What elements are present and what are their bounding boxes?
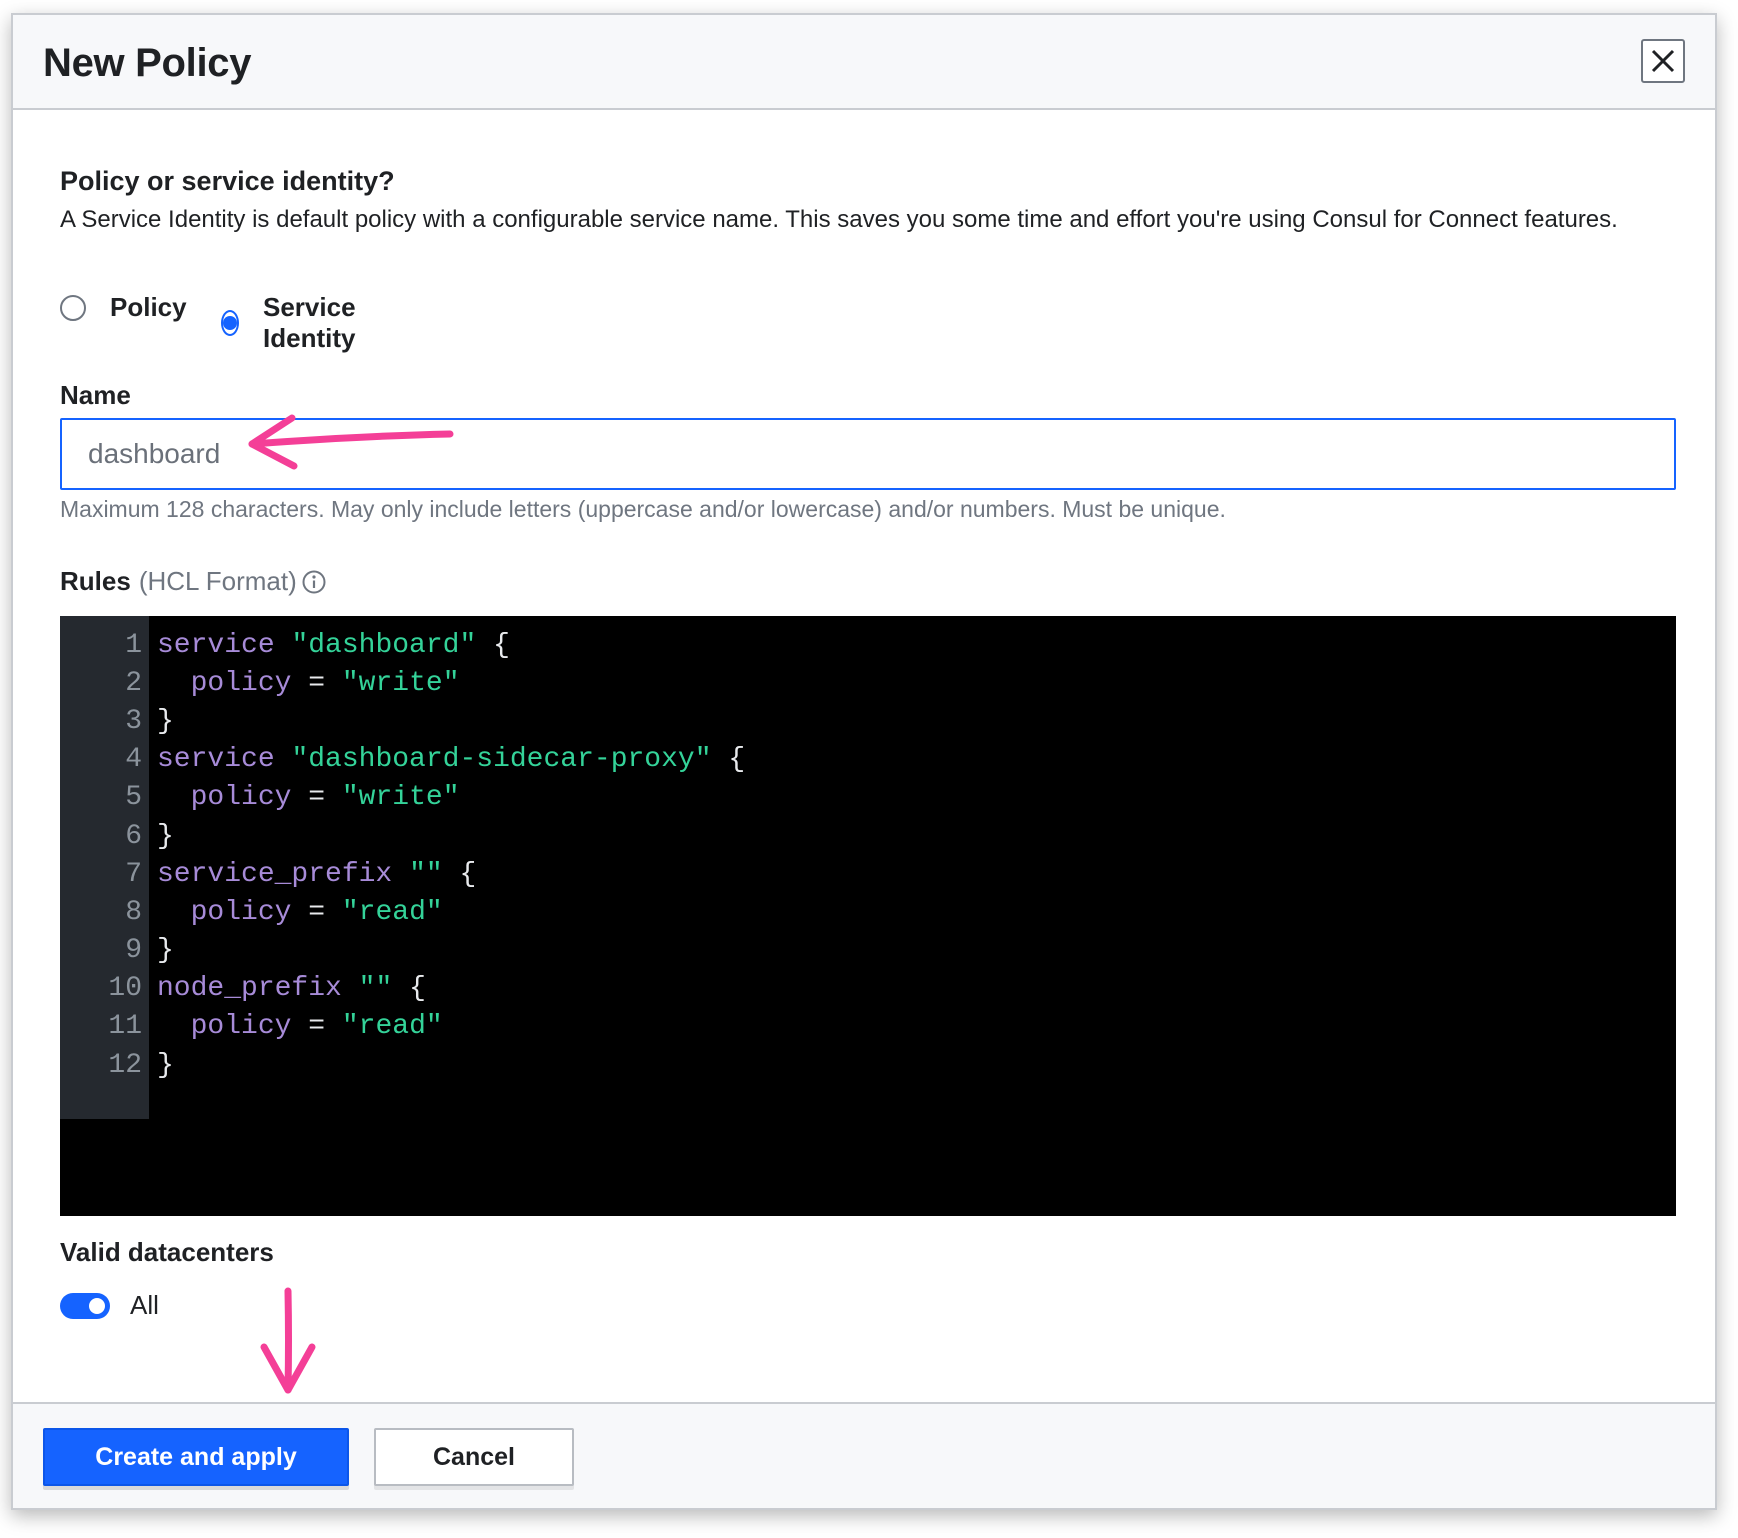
radio-policy[interactable]: Policy	[60, 292, 187, 323]
modal-title: New Policy	[43, 41, 252, 85]
line-number: 9	[125, 935, 142, 967]
radio-policy-label: Policy	[110, 292, 187, 322]
modal-footer: Create and apply Cancel	[13, 1402, 1715, 1508]
code-text: service "dashboard-sidecar-proxy" {	[157, 744, 746, 776]
code-text: node_prefix "" {	[157, 973, 426, 1005]
line-number: 3	[125, 705, 142, 737]
code-line: 9}	[60, 932, 745, 970]
line-number: 5	[125, 782, 142, 814]
code-text: policy = "read"	[190, 896, 443, 928]
line-number: 2	[125, 667, 142, 699]
code-text: policy = "write"	[190, 782, 460, 814]
code-line: 12}	[60, 1046, 745, 1084]
policy-type-description: A Service Identity is default policy wit…	[60, 206, 1618, 233]
line-number: 6	[125, 820, 142, 852]
close-icon	[1651, 49, 1675, 73]
code-line: 11 policy = "read"	[60, 1008, 745, 1046]
line-number: 11	[108, 1011, 142, 1043]
code-line: 7 service_prefix "" {	[60, 855, 745, 893]
radio-policy-circle[interactable]	[60, 294, 86, 321]
code-line: 4 service "dashboard-sidecar-proxy" {	[60, 741, 745, 779]
code-line: 2 policy = "write"	[60, 664, 745, 702]
code-text: }	[157, 1049, 174, 1081]
datacenters-toggle-row: All	[60, 1290, 159, 1321]
code-line: 3}	[60, 702, 745, 740]
code-line: 8 policy = "read"	[60, 893, 745, 931]
radio-service-identity[interactable]: Service Identity	[221, 292, 364, 354]
modal-header: New Policy	[13, 15, 1715, 110]
datacenters-toggle[interactable]	[60, 1292, 110, 1319]
annotation-arrow-left-icon	[248, 414, 454, 470]
info-icon[interactable]	[301, 569, 327, 595]
radio-service-identity-label: Service Identity	[263, 292, 356, 353]
code-line: 5 policy = "write"	[60, 779, 745, 817]
line-number: 12	[108, 1049, 142, 1081]
code-text: }	[157, 935, 174, 967]
datacenters-toggle-label: All	[130, 1290, 159, 1320]
rules-label-text: Rules	[60, 566, 131, 596]
cancel-button[interactable]: Cancel	[374, 1428, 574, 1486]
line-number: 4	[125, 744, 142, 776]
radio-selected-dot	[223, 316, 237, 330]
policy-type-heading: Policy or service identity?	[60, 166, 395, 196]
toggle-knob	[89, 1297, 105, 1314]
code-line: 10 node_prefix "" {	[60, 970, 745, 1008]
code-text: service "dashboard" {	[157, 629, 510, 661]
code-text: }	[157, 820, 174, 852]
line-number: 10	[108, 973, 142, 1005]
annotation-arrow-down-icon	[260, 1287, 316, 1394]
line-number: 1	[125, 629, 142, 661]
line-number: 8	[125, 896, 142, 928]
create-and-apply-button[interactable]: Create and apply	[43, 1428, 349, 1486]
radio-service-identity-circle[interactable]	[221, 310, 239, 336]
rules-format-text: (HCL Format)	[138, 566, 297, 596]
code-text: policy = "read"	[190, 1011, 443, 1043]
code-text: service_prefix "" {	[157, 858, 477, 890]
line-number: 7	[125, 858, 142, 890]
close-button[interactable]	[1641, 39, 1685, 83]
code-line: 1 service "dashboard" {	[60, 626, 745, 664]
name-label: Name	[60, 380, 131, 410]
datacenters-label: Valid datacenters	[60, 1237, 274, 1267]
code-lines: 1 service "dashboard" {2 policy = "write"…	[60, 626, 745, 1084]
rules-label: Rules (HCL Format)	[60, 566, 327, 597]
code-text: }	[157, 705, 174, 737]
rules-code-editor[interactable]: 1 service "dashboard" {2 policy = "write"…	[60, 616, 1676, 1216]
code-text: policy = "write"	[190, 667, 460, 699]
code-line: 6}	[60, 817, 745, 855]
name-help-text: Maximum 128 characters. May only include…	[60, 496, 1226, 522]
